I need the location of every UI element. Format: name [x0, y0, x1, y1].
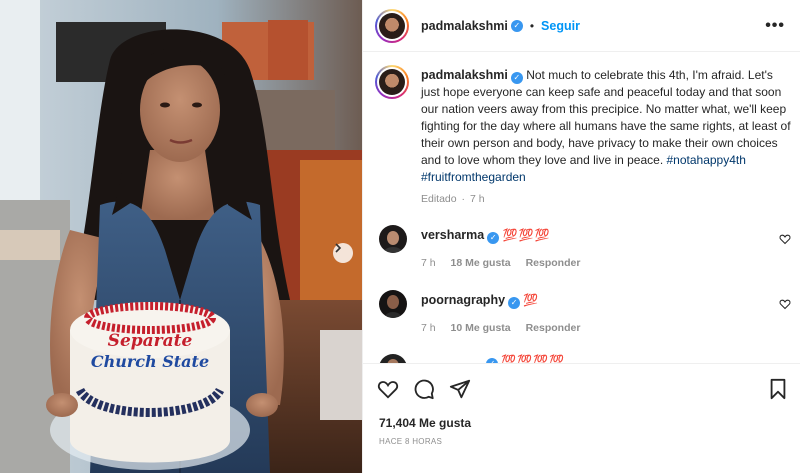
verified-badge-icon: ✓: [510, 72, 523, 84]
comments-section: padmalakshmi ✓ Not much to celebrate this…: [363, 53, 800, 363]
edited-label: Editado: [421, 193, 457, 205]
reply-button[interactable]: Responder: [526, 257, 581, 269]
commenter-avatar[interactable]: [379, 290, 407, 318]
save-bookmark-icon[interactable]: [767, 378, 789, 400]
like-comment-heart-icon[interactable]: [779, 233, 791, 245]
share-send-icon[interactable]: [449, 378, 471, 400]
comment-username[interactable]: versharma: [421, 228, 484, 242]
caption-age[interactable]: 7 h: [470, 193, 485, 205]
comment-text: 💯: [523, 293, 540, 307]
comment-meta: 7 h 10 Me gusta Responder: [421, 322, 592, 334]
post-timestamp[interactable]: HACE 8 HORAS: [379, 437, 442, 446]
commenter-avatar[interactable]: [379, 354, 407, 363]
likes-count[interactable]: 71,404 Me gusta: [379, 416, 471, 430]
author-avatar[interactable]: [375, 9, 409, 43]
author-username[interactable]: padmalakshmi: [421, 19, 508, 33]
next-photo-button[interactable]: [333, 243, 353, 263]
reply-button[interactable]: Responder: [526, 322, 581, 334]
post-sidebar: padmalakshmi ✓ • Seguir ••• padmalakshmi…: [362, 0, 800, 473]
follow-button[interactable]: Seguir: [541, 19, 580, 33]
comment-bubble-icon[interactable]: [413, 378, 435, 400]
post-photo[interactable]: Separate Church State: [0, 0, 362, 473]
chevron-right-icon: [335, 243, 342, 253]
comment-username[interactable]: poornagraphy: [421, 293, 505, 307]
commenter-avatar[interactable]: [379, 225, 407, 253]
cake-text-line2: Church State: [91, 352, 209, 371]
more-options-button[interactable]: •••: [765, 18, 785, 34]
post-actions: 71,404 Me gusta HACE 8 HORAS: [363, 363, 800, 473]
like-comment-heart-icon[interactable]: [779, 298, 791, 310]
comment-meta: 7 h 18 Me gusta Responder: [421, 257, 592, 269]
caption-username[interactable]: padmalakshmi: [421, 68, 508, 82]
post-header: padmalakshmi ✓ • Seguir •••: [363, 0, 800, 52]
post-caption: padmalakshmi ✓ Not much to celebrate this…: [421, 67, 793, 186]
caption-meta: Editado · 7 h: [421, 193, 497, 205]
meta-dot: ·: [461, 193, 466, 205]
comment-row: ✓ 💯💯💯💯: [483, 353, 565, 363]
comment-age[interactable]: 7 h: [421, 322, 436, 334]
verified-badge-icon: ✓: [487, 232, 500, 244]
more-horizontal-icon: •••: [765, 17, 785, 34]
verified-badge-icon: ✓: [510, 20, 523, 32]
verified-badge-icon: ✓: [508, 297, 521, 309]
instagram-post: Separate Church State padmalakshmi ✓ • S…: [0, 0, 800, 473]
comment-row: versharma ✓ 💯💯💯: [421, 227, 550, 244]
comment-row: poornagraphy ✓ 💯: [421, 292, 539, 309]
cake-text-line1: Separate: [108, 331, 193, 351]
photo-illustration: Separate Church State: [0, 0, 362, 473]
comment-text: 💯💯💯💯: [501, 354, 566, 363]
caption-avatar[interactable]: [375, 65, 409, 99]
comment-likes[interactable]: 10 Me gusta: [451, 322, 511, 334]
comment-age[interactable]: 7 h: [421, 257, 436, 269]
header-separator: •: [529, 19, 535, 33]
like-heart-icon[interactable]: [377, 378, 399, 400]
comment-likes[interactable]: 18 Me gusta: [451, 257, 511, 269]
comment-text: 💯💯💯: [502, 228, 551, 242]
